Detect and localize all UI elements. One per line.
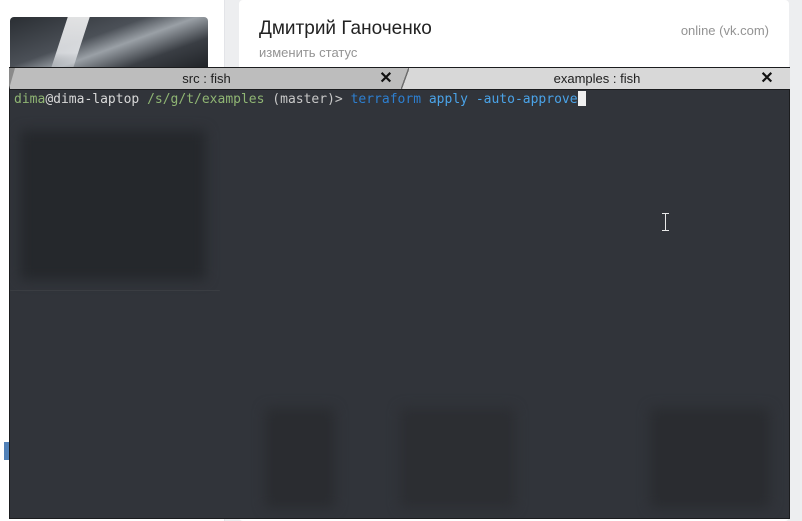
close-icon[interactable]: ✕ (379, 68, 393, 89)
photo-light-streak (48, 17, 90, 69)
profile-name: Дмитрий Ганоченко (259, 18, 432, 39)
online-source: (vk.com) (719, 23, 769, 38)
tab-examples-fish[interactable]: examples : fish ✕ (404, 68, 790, 89)
prompt-at: @ (45, 92, 54, 107)
close-icon[interactable]: ✕ (760, 68, 774, 89)
shell-prompt-line[interactable]: dima@dima-laptop /s/g/t/examples (master… (14, 91, 586, 109)
terminal-window[interactable]: src : fish ✕ examples : fish ✕ dima@dima… (9, 67, 790, 519)
prompt-user: dima (14, 92, 46, 107)
text-cursor (577, 91, 586, 106)
command-name: terraform (350, 92, 422, 107)
blurred-divider (10, 290, 220, 291)
blurred-background-thumb (265, 408, 335, 508)
command-args: apply -auto-approve (428, 92, 578, 107)
tab-label: examples : fish (553, 71, 641, 86)
prompt-path: /s/g/t/examples (147, 92, 265, 107)
blurred-background-thumb (650, 408, 770, 508)
prompt-git-branch: (master)> (272, 92, 343, 107)
ibeam-cursor-icon (661, 213, 670, 231)
tab-src-fish[interactable]: src : fish ✕ (9, 68, 404, 89)
tab-label: src : fish (182, 71, 231, 86)
tab-separator (401, 68, 409, 89)
change-status-link[interactable]: изменить статус (259, 45, 357, 60)
blurred-background-photo (20, 130, 206, 280)
terminal-tab-bar: src : fish ✕ examples : fish ✕ (9, 68, 790, 90)
online-label: online (680, 23, 716, 38)
profile-photo[interactable] (10, 17, 208, 69)
prompt-host: dima-laptop (53, 92, 140, 107)
online-indicator: online (vk.com) (681, 23, 769, 38)
blurred-background-thumb (400, 408, 515, 508)
terminal-content[interactable]: dima@dima-laptop /s/g/t/examples (master… (10, 90, 789, 518)
